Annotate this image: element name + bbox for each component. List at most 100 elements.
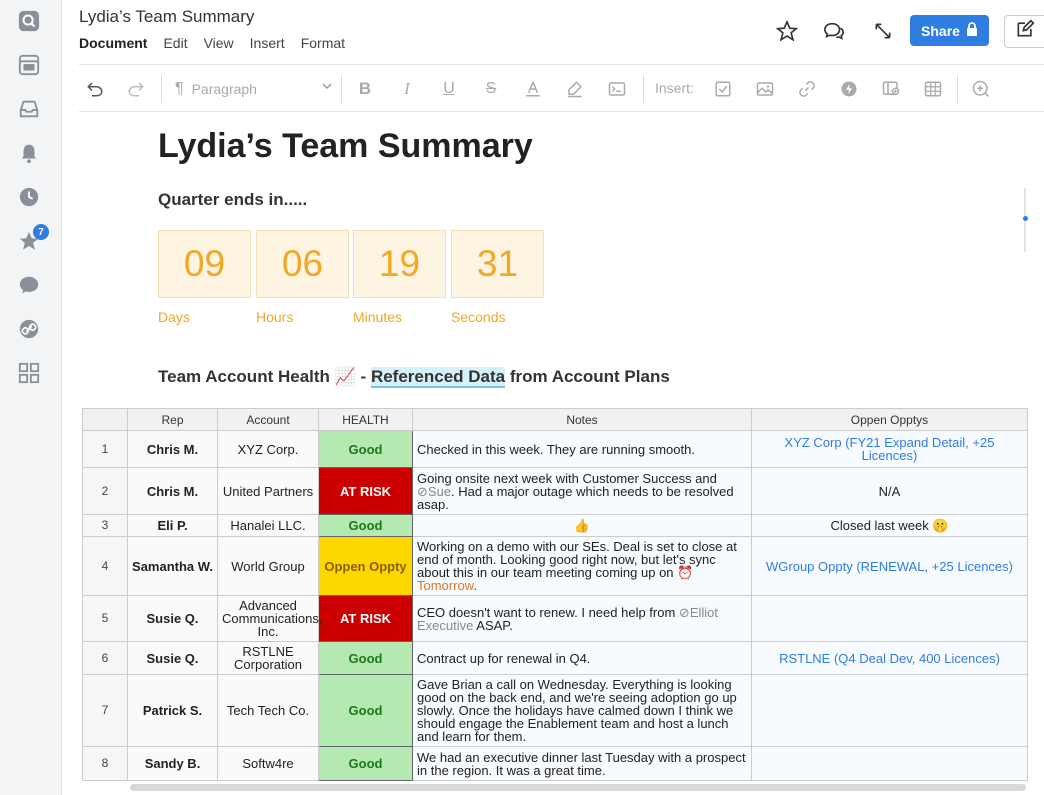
health-cell[interactable]: Oppen Oppty	[318, 536, 413, 596]
notes-cell[interactable]: 👍	[412, 514, 752, 537]
referenced-data-link[interactable]: Referenced Data	[370, 367, 506, 388]
italic-icon[interactable]: I	[396, 78, 418, 100]
notes-cell[interactable]: Going onsite next week with Customer Suc…	[412, 467, 752, 515]
menu-document[interactable]: Document	[79, 35, 147, 51]
rep-cell[interactable]: Patrick S.	[127, 674, 218, 747]
link-insert-icon[interactable]	[796, 78, 818, 100]
health-cell[interactable]: Good	[318, 514, 413, 537]
notes-text: .	[473, 578, 477, 593]
section-heading-suffix: from Account Plans	[505, 367, 670, 386]
document-title[interactable]: Lydia’s Team Summary	[79, 7, 254, 27]
code-block-icon[interactable]	[606, 78, 628, 100]
health-cell[interactable]: Good	[318, 746, 413, 781]
account-cell[interactable]: Advanced Communications, Inc.	[217, 595, 322, 642]
rep-cell[interactable]: Susie Q.	[127, 595, 218, 642]
comments-icon[interactable]	[821, 18, 847, 44]
rep-cell[interactable]: Samantha W.	[127, 536, 218, 596]
row-number[interactable]: 5	[82, 595, 128, 642]
notes-cell[interactable]: Gave Brian a call on Wednesday. Everythi…	[412, 674, 752, 747]
column-header-rep[interactable]: Rep	[127, 408, 218, 431]
edit-button[interactable]	[1004, 15, 1044, 48]
account-cell[interactable]: XYZ Corp.	[217, 430, 319, 468]
underline-icon[interactable]: U	[438, 78, 460, 100]
health-cell[interactable]: Good	[318, 430, 413, 468]
text-color-icon[interactable]	[522, 78, 544, 100]
column-header[interactable]	[82, 408, 128, 431]
rep-cell[interactable]: Susie Q.	[127, 641, 218, 675]
expand-icon[interactable]	[870, 18, 896, 44]
image-insert-icon[interactable]	[754, 78, 776, 100]
opportunity-cell[interactable]	[751, 674, 1028, 747]
notes-cell[interactable]: Checked in this week. They are running s…	[412, 430, 752, 468]
account-cell[interactable]: Hanalei LLC.	[217, 514, 319, 537]
health-cell[interactable]: AT RISK	[318, 467, 413, 515]
account-cell[interactable]: United Partners	[217, 467, 319, 515]
table-insert-icon[interactable]	[922, 78, 944, 100]
notes-cell[interactable]: CEO doesn't want to renew. I need help f…	[412, 595, 752, 642]
countdown-minutes: 19	[353, 230, 446, 298]
share-button[interactable]: Share	[910, 15, 989, 46]
menu-view[interactable]: View	[204, 35, 234, 51]
row-number[interactable]: 4	[82, 536, 128, 596]
row-number[interactable]: 1	[82, 430, 128, 468]
opportunity-link[interactable]: RSTLNE (Q4 Deal Dev, 400 Licences)	[751, 641, 1028, 675]
rep-cell[interactable]: Chris M.	[127, 430, 218, 468]
row-number[interactable]: 7	[82, 674, 128, 747]
layout-insert-icon[interactable]	[880, 78, 902, 100]
add-circle-icon[interactable]	[970, 78, 992, 100]
account-cell[interactable]: Tech Tech Co.	[217, 674, 319, 747]
rep-cell[interactable]: Eli P.	[127, 514, 218, 537]
row-number[interactable]: 3	[82, 514, 128, 537]
rep-cell[interactable]: Sandy B.	[127, 746, 218, 781]
column-header-opptys[interactable]: Oppen Opptys	[751, 408, 1028, 431]
column-header-account[interactable]: Account	[217, 408, 319, 431]
lightning-insert-icon[interactable]	[838, 78, 860, 100]
row-number[interactable]: 2	[82, 467, 128, 515]
health-cell[interactable]: Good	[318, 674, 413, 747]
account-cell[interactable]: RSTLNE Corporation	[217, 641, 319, 675]
rep-cell[interactable]: Chris M.	[127, 467, 218, 515]
account-cell[interactable]: Softw4re	[217, 746, 319, 781]
opportunity-cell[interactable]	[751, 746, 1028, 781]
apps-grid-icon[interactable]	[17, 361, 41, 385]
menu-insert[interactable]: Insert	[250, 35, 285, 51]
menu-format[interactable]: Format	[301, 35, 345, 51]
bell-icon[interactable]	[17, 141, 41, 165]
chat-icon[interactable]	[17, 273, 41, 297]
search-icon[interactable]	[17, 9, 41, 33]
notes-cell[interactable]: Contract up for renewal in Q4.	[412, 641, 752, 675]
countdown-heading: Quarter ends in.....	[158, 190, 308, 209]
horizontal-scrollbar[interactable]	[130, 784, 1026, 791]
row-number[interactable]: 8	[82, 746, 128, 781]
checkbox-insert-icon[interactable]	[712, 78, 734, 100]
column-header-health[interactable]: HEALTH	[318, 408, 413, 431]
link-icon[interactable]	[17, 317, 41, 341]
opportunity-cell[interactable]	[751, 595, 1028, 642]
opportunity-link[interactable]: XYZ Corp (FY21 Expand Detail, +25 Licenc…	[751, 430, 1028, 468]
favorite-star-icon[interactable]	[774, 18, 800, 44]
undo-icon[interactable]	[84, 78, 106, 100]
opportunity-link[interactable]: WGroup Oppty (RENEWAL, +25 Licences)	[751, 536, 1028, 596]
notes-cell[interactable]: We had an executive dinner last Tuesday …	[412, 746, 752, 781]
table-row: 4 Samantha W. World Group Oppen Oppty Wo…	[82, 536, 1028, 596]
column-header-notes[interactable]: Notes	[412, 408, 752, 431]
inbox-icon[interactable]	[17, 97, 41, 121]
row-number[interactable]: 6	[82, 641, 128, 675]
documents-icon[interactable]	[17, 53, 41, 77]
notes-cell[interactable]: Working on a demo with our SEs. Deal is …	[412, 536, 752, 596]
opportunity-cell[interactable]: Closed last week 🤫	[751, 514, 1028, 537]
account-cell[interactable]: World Group	[217, 536, 319, 596]
clock-icon[interactable]	[17, 185, 41, 209]
health-cell[interactable]: Good	[318, 641, 413, 675]
opportunity-cell[interactable]: N/A	[751, 467, 1028, 515]
strikethrough-icon[interactable]: S	[480, 78, 502, 100]
toolbar-divider	[957, 75, 958, 103]
health-cell[interactable]: AT RISK	[318, 595, 413, 642]
paragraph-style-dropdown[interactable]: ¶ Paragraph	[175, 77, 333, 101]
redo-icon[interactable]	[125, 78, 147, 100]
outline-scroll-marker[interactable]	[1023, 216, 1028, 221]
bold-icon[interactable]: B	[354, 78, 376, 100]
table-row: 6 Susie Q. RSTLNE Corporation Good Contr…	[82, 641, 1028, 675]
highlight-icon[interactable]	[564, 78, 586, 100]
menu-edit[interactable]: Edit	[163, 35, 187, 51]
